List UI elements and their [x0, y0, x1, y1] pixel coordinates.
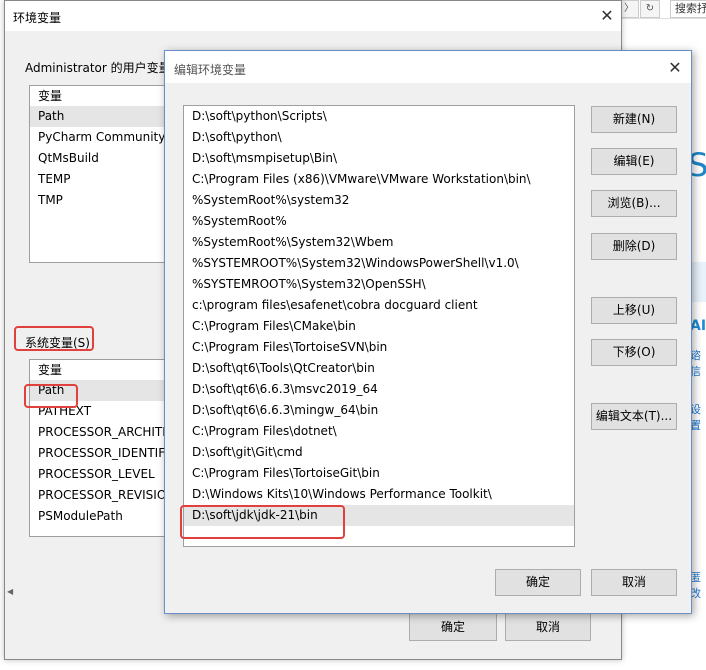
path-entry[interactable]: D:\soft\qt6\Tools\QtCreator\bin: [184, 358, 574, 379]
new-button[interactable]: 新建(N): [591, 106, 677, 133]
page-link-2[interactable]: 设置: [690, 401, 706, 433]
close-icon[interactable]: ✕: [665, 58, 685, 78]
delete-button[interactable]: 删除(D): [591, 233, 677, 260]
list-item[interactable]: PROCESSOR_REVISION: [30, 485, 180, 506]
edit-cancel-button[interactable]: 取消: [591, 569, 677, 596]
edit-environment-variable-dialog: 编辑环境变量 ✕ D:\soft\python\Scripts\ D:\soft\…: [164, 50, 692, 614]
browser-back-button[interactable]: 〉: [619, 0, 639, 18]
path-entry[interactable]: D:\soft\qt6\6.6.3\mingw_64\bin: [184, 400, 574, 421]
edit-button[interactable]: 编辑(E): [591, 148, 677, 175]
path-entry[interactable]: D:\Windows Kits\10\Windows Performance T…: [184, 484, 574, 505]
highlight-box-system-label: [14, 326, 94, 351]
outer-ok-button[interactable]: 确定: [409, 613, 497, 641]
dialog-title: 编辑环境变量: [174, 63, 247, 77]
list-item[interactable]: PROCESSOR_LEVEL: [30, 464, 180, 485]
path-entry[interactable]: %SystemRoot%\system32: [184, 190, 574, 211]
list-item[interactable]: PROCESSOR_ARCHITE: [30, 422, 180, 443]
list-item[interactable]: PROCESSOR_IDENTIFI: [30, 443, 180, 464]
edit-text-button[interactable]: 编辑文本(T)...: [591, 403, 677, 430]
user-variables-label: Administrator 的用户变量: [25, 61, 171, 75]
ai-logo-text: AI: [690, 318, 706, 334]
dialog-title: 环境变量: [13, 11, 62, 25]
path-entry[interactable]: D:\soft\qt6\6.6.3\msvc2019_64: [184, 379, 574, 400]
path-entry[interactable]: C:\Program Files\TortoiseGit\bin: [184, 463, 574, 484]
path-entry[interactable]: D:\soft\python\Scripts\: [184, 106, 574, 127]
move-down-button[interactable]: 下移(O): [591, 339, 677, 366]
column-header-variable[interactable]: 变量: [30, 360, 180, 380]
outer-cancel-button[interactable]: 取消: [505, 613, 591, 641]
path-entry[interactable]: C:\Program Files\CMake\bin: [184, 316, 574, 337]
path-entry[interactable]: C:\Program Files\dotnet\: [184, 421, 574, 442]
path-entry[interactable]: C:\Program Files\TortoiseSVN\bin: [184, 337, 574, 358]
highlight-box-path: [24, 384, 78, 408]
highlight-box-jdk-path: [180, 505, 345, 539]
dialog-titlebar: 编辑环境变量 ✕: [165, 51, 691, 83]
path-entry[interactable]: %SYSTEMROOT%\System32\WindowsPowerShell\…: [184, 253, 574, 274]
browser-search-input[interactable]: 搜索抒: [670, 0, 706, 18]
user-variables-list[interactable]: 变量 Path PyCharm Community E QtMsBuild TEMP T…: [29, 85, 181, 263]
close-icon[interactable]: ✕: [597, 6, 617, 26]
scroll-left-icon[interactable]: ◀: [7, 587, 13, 596]
browser-refresh-button[interactable]: ↻: [640, 0, 660, 18]
page-link-3[interactable]: 匿改: [690, 569, 706, 601]
column-header-variable[interactable]: 变量: [30, 86, 180, 106]
list-item[interactable]: Path: [30, 106, 180, 127]
path-entry[interactable]: c:\program files\esafenet\cobra docguard…: [184, 295, 574, 316]
list-item[interactable]: TMP: [30, 190, 180, 211]
dialog-titlebar: 环境变量 ✕: [5, 1, 621, 31]
page-link-1[interactable]: 谘信: [690, 347, 706, 379]
move-up-button[interactable]: 上移(U): [591, 297, 677, 324]
edit-ok-button[interactable]: 确定: [495, 569, 581, 596]
list-item[interactable]: PyCharm Community E: [30, 127, 180, 148]
path-entry[interactable]: %SYSTEMROOT%\System32\OpenSSH\: [184, 274, 574, 295]
path-entry[interactable]: %SystemRoot%\System32\Wbem: [184, 232, 574, 253]
path-entries-list[interactable]: D:\soft\python\Scripts\ D:\soft\python\ D:…: [183, 105, 575, 547]
path-entry[interactable]: D:\soft\git\Git\cmd: [184, 442, 574, 463]
path-entry[interactable]: D:\soft\msmpisetup\Bin\: [184, 148, 574, 169]
browse-button[interactable]: 浏览(B)...: [591, 190, 677, 217]
list-item[interactable]: PSModulePath: [30, 506, 180, 527]
path-entry[interactable]: %SystemRoot%: [184, 211, 574, 232]
list-item[interactable]: QtMsBuild: [30, 148, 180, 169]
path-entry[interactable]: D:\soft\python\: [184, 127, 574, 148]
path-entry[interactable]: C:\Program Files (x86)\VMware\VMware Wor…: [184, 169, 574, 190]
list-item[interactable]: TEMP: [30, 169, 180, 190]
